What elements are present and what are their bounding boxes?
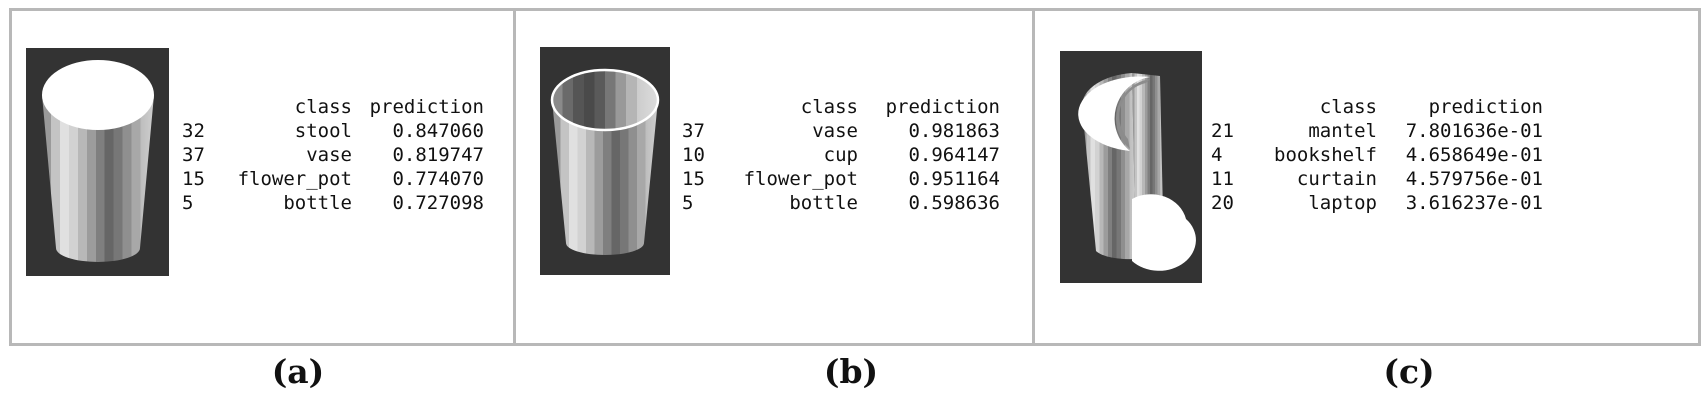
row-prediction: 4.579756e-01: [1405, 168, 1543, 190]
row-prediction: 0.981863: [908, 120, 1000, 142]
prediction-table-c: class prediction 21 mantel 7.801636e-01 4 b…: [1211, 95, 1543, 215]
table-row: 21 mantel 7.801636e-01: [1211, 119, 1543, 143]
row-class: flower_pot: [237, 168, 352, 190]
closed-cylinder-image: [42, 60, 154, 262]
prediction-header: prediction: [885, 96, 1000, 118]
table-row: 20 laptop 3.616237e-01: [1211, 191, 1543, 215]
table-row: 11 curtain 4.579756e-01: [1211, 167, 1543, 191]
table-row: 15 flower_pot 0.774070: [182, 167, 484, 191]
cut-cylinder-image: [1078, 73, 1196, 271]
row-prediction: 0.727098: [392, 192, 484, 214]
row-index: 11: [1211, 168, 1234, 190]
row-class: bottle: [283, 192, 352, 214]
table-row: 4 bookshelf 4.658649e-01: [1211, 143, 1543, 167]
table-row: 15 flower_pot 0.951164: [682, 167, 1000, 191]
prediction-header: prediction: [369, 96, 484, 118]
row-index: 15: [182, 168, 205, 190]
table-row: 32 stool 0.847060: [182, 119, 484, 143]
render-closed-cylinder: [26, 48, 169, 276]
row-index: 5: [182, 192, 194, 214]
index-header: [182, 95, 234, 119]
row-class: mantel: [1308, 120, 1377, 142]
row-class: stool: [294, 120, 352, 142]
render-cut-cylinder: [1060, 51, 1202, 283]
row-prediction: 0.774070: [392, 168, 484, 190]
panel-a: class prediction 32 stool 0.847060 37 vase 0…: [12, 11, 513, 343]
row-prediction: 4.658649e-01: [1405, 144, 1543, 166]
table-row: 5 bottle 0.598636: [682, 191, 1000, 215]
table-header: class prediction: [1211, 95, 1543, 119]
row-index: 37: [182, 144, 205, 166]
caption-a: (a): [271, 352, 325, 391]
row-class: vase: [812, 120, 858, 142]
row-prediction: 3.616237e-01: [1405, 192, 1543, 214]
row-class: bookshelf: [1274, 144, 1377, 166]
render-open-cylinder: [540, 47, 670, 275]
row-prediction: 0.819747: [392, 144, 484, 166]
panel-c: class prediction 21 mantel 7.801636e-01 4 b…: [1035, 11, 1698, 343]
caption-c: (c): [1383, 352, 1435, 391]
row-class: curtain: [1296, 168, 1377, 190]
table-row: 37 vase 0.819747: [182, 143, 484, 167]
row-index: 4: [1211, 144, 1223, 166]
row-index: 10: [682, 144, 705, 166]
row-index: 21: [1211, 120, 1234, 142]
row-class: flower_pot: [743, 168, 858, 190]
row-class: laptop: [1308, 192, 1377, 214]
row-class: vase: [306, 144, 352, 166]
table-row: 10 cup 0.964147: [682, 143, 1000, 167]
index-header: [1211, 95, 1263, 119]
class-header: class: [800, 96, 858, 118]
row-class: cup: [823, 144, 858, 166]
class-header: class: [294, 96, 352, 118]
row-class: bottle: [789, 192, 858, 214]
index-header: [682, 95, 734, 119]
row-index: 15: [682, 168, 705, 190]
row-prediction: 0.964147: [908, 144, 1000, 166]
row-index: 20: [1211, 192, 1234, 214]
table-row: 5 bottle 0.727098: [182, 191, 484, 215]
prediction-table-a: class prediction 32 stool 0.847060 37 vase 0…: [182, 95, 484, 215]
table-row: 37 vase 0.981863: [682, 119, 1000, 143]
prediction-header: prediction: [1428, 96, 1543, 118]
class-header: class: [1319, 96, 1377, 118]
table-header: class prediction: [182, 95, 484, 119]
row-prediction: 0.847060: [392, 120, 484, 142]
row-prediction: 7.801636e-01: [1405, 120, 1543, 142]
open-cylinder-image: [550, 68, 660, 255]
row-index: 37: [682, 120, 705, 142]
caption-b: (b): [823, 352, 879, 391]
table-header: class prediction: [682, 95, 1000, 119]
figure-frame: class prediction 32 stool 0.847060 37 vase 0…: [9, 8, 1701, 346]
row-prediction: 0.951164: [908, 168, 1000, 190]
row-index: 5: [682, 192, 694, 214]
row-prediction: 0.598636: [908, 192, 1000, 214]
prediction-table-b: class prediction 37 vase 0.981863 10 cup 0.9…: [682, 95, 1000, 215]
row-index: 32: [182, 120, 205, 142]
panel-b: class prediction 37 vase 0.981863 10 cup 0.9…: [516, 11, 1032, 343]
